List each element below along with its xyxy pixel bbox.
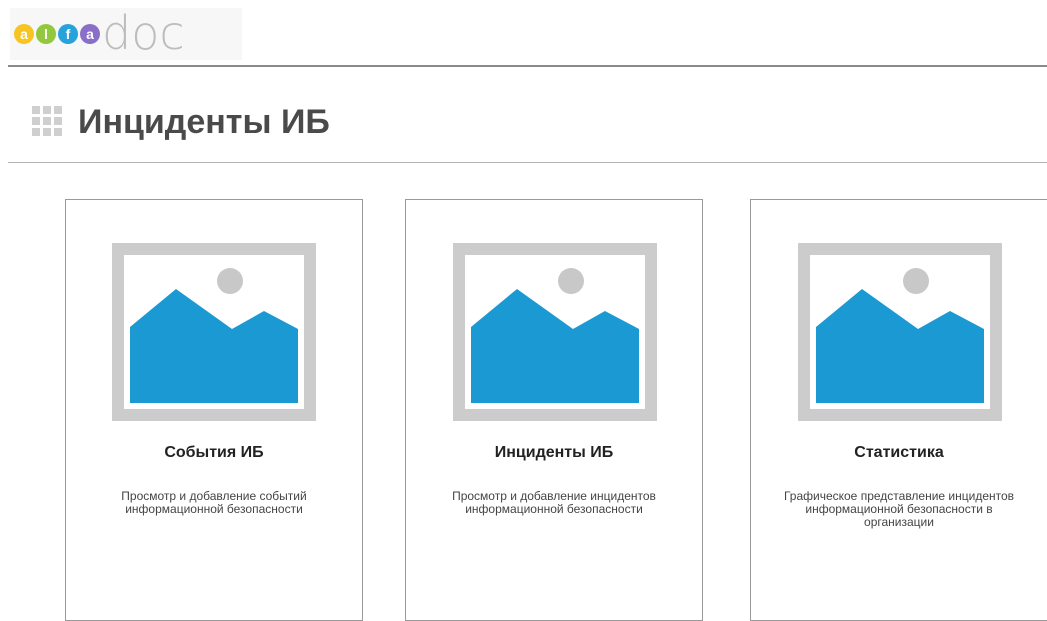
grid-icon	[32, 106, 64, 138]
image-placeholder-icon	[453, 243, 657, 421]
card-description: Просмотр и добавление событий информацио…	[121, 489, 307, 516]
card-security-incidents[interactable]: Инциденты ИБ Просмотр и добавление инцид…	[405, 199, 703, 621]
card-title: События ИБ	[164, 444, 264, 461]
page-title: Инциденты ИБ	[78, 102, 330, 141]
card-title: Статистика	[854, 444, 944, 461]
card-description: Просмотр и добавление инцидентов информа…	[452, 489, 656, 516]
logo-letter-a2: a	[80, 24, 100, 44]
card-title: Инциденты ИБ	[494, 444, 614, 461]
logo-word: doc	[102, 6, 185, 60]
logo-letter-f: f	[58, 24, 78, 44]
top-divider	[8, 65, 1047, 67]
logo-dots: a l f a	[14, 24, 100, 44]
logo-letter-a1: a	[14, 24, 34, 44]
alfadoc-logo[interactable]: a l f a doc	[10, 6, 242, 60]
image-placeholder-icon	[112, 243, 316, 421]
card-description: Графическое представление инцидентов инф…	[783, 489, 1015, 529]
header-divider	[8, 162, 1047, 163]
card-security-events[interactable]: События ИБ Просмотр и добавление событий…	[65, 199, 363, 621]
page-header: Инциденты ИБ	[32, 98, 330, 146]
card-statistics[interactable]: Статистика Графическое представление инц…	[750, 199, 1047, 621]
image-placeholder-icon	[798, 243, 1002, 421]
logo-letter-l: l	[36, 24, 56, 44]
